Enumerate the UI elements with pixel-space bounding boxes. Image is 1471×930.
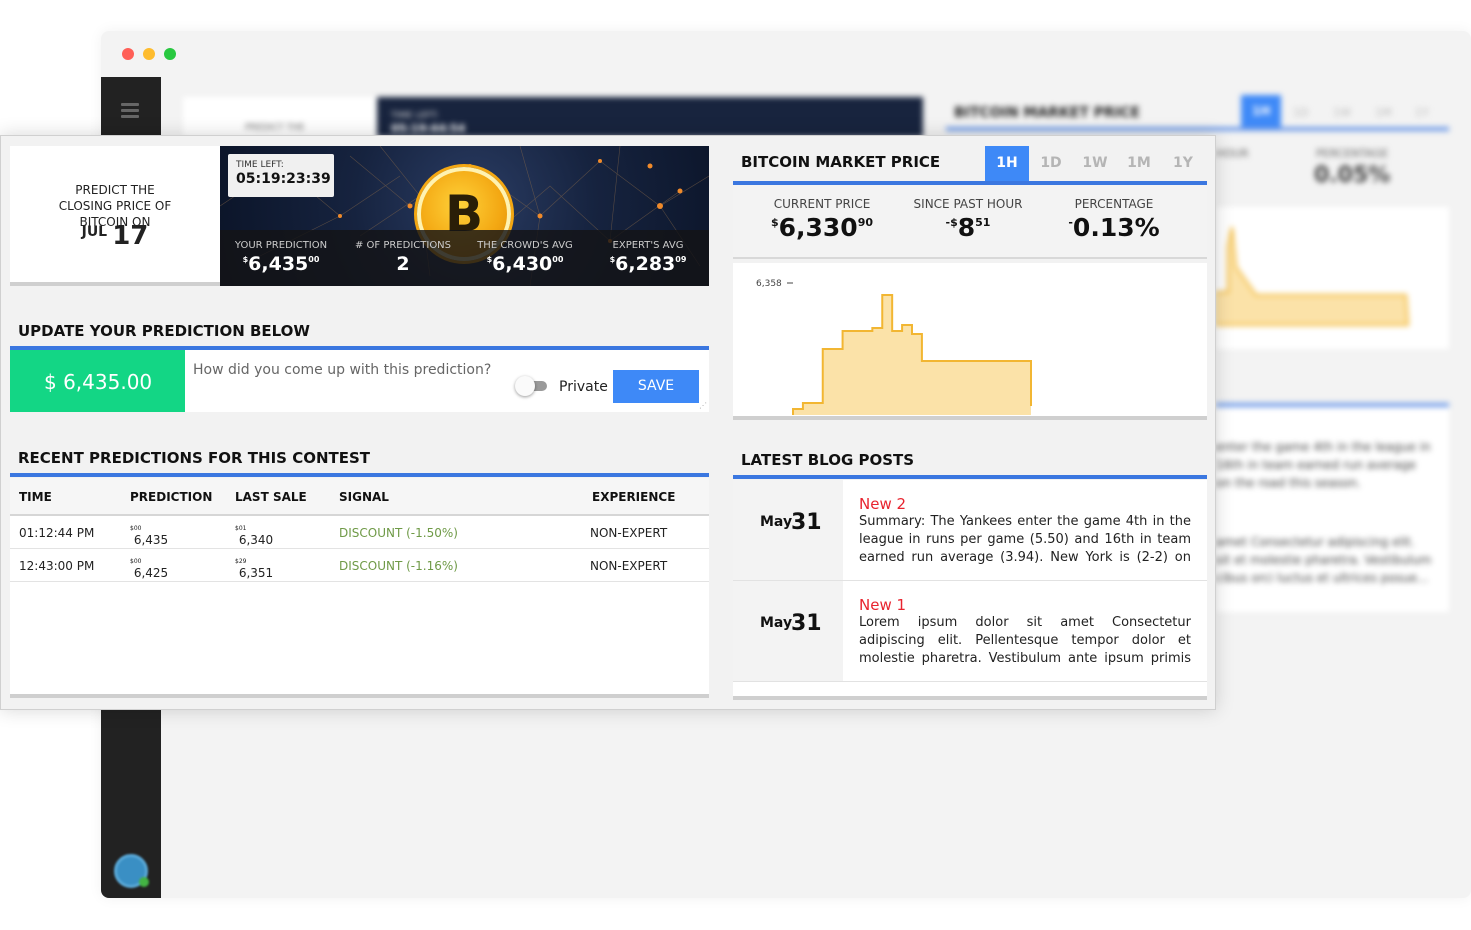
post-date: May 31 <box>733 581 843 681</box>
blog-divider <box>733 475 1207 479</box>
bg-chart <box>1215 207 1449 349</box>
stat-crowd-avg: THE CROWD'S AVG $6,43000 <box>477 240 573 275</box>
avatar[interactable] <box>114 854 149 888</box>
blog-title: LATEST BLOG POSTS <box>741 451 915 469</box>
tab-1d[interactable]: 1D <box>1029 146 1073 181</box>
post-title[interactable]: New 2 <box>859 495 906 513</box>
blog-post[interactable]: May 31 New 1 Lorem ipsum dolor sit amet … <box>733 581 1207 682</box>
price-area <box>793 295 1031 415</box>
time-left-value: 05:19:23:39 <box>236 171 331 187</box>
col-time[interactable]: TIME <box>19 490 52 504</box>
tab-1m[interactable]: 1M <box>1117 146 1161 181</box>
stat-expert-avg: EXPERT'S AVG $6,28309 <box>609 240 687 275</box>
col-experience[interactable]: EXPERIENCE <box>592 490 675 504</box>
col-signal[interactable]: SIGNAL <box>339 490 389 504</box>
reason-input[interactable]: How did you come up with this prediction… <box>193 362 491 378</box>
stat-your-prediction: YOUR PREDICTION $6,43500 <box>234 240 328 275</box>
bg-tab-1m: 1M <box>1375 106 1392 119</box>
stat-number-of-predictions: # OF PREDICTIONS 2 <box>354 240 452 275</box>
col-prediction[interactable]: PREDICTION <box>130 490 212 504</box>
menu-icon[interactable] <box>121 103 139 118</box>
price-chart: 6,358 <box>733 263 1207 420</box>
bg-tab-1w: 1W <box>1333 106 1351 119</box>
bg-hour-label: HOUR <box>1216 147 1249 160</box>
save-button[interactable]: SAVE <box>613 370 699 403</box>
post-title[interactable]: New 1 <box>859 596 906 614</box>
bg-percentage-value: 0.05% <box>1314 163 1391 188</box>
recent-title: RECENT PREDICTIONS FOR THIS CONTEST <box>18 449 371 467</box>
update-title: UPDATE YOUR PREDICTION BELOW <box>18 322 310 340</box>
current-price: CURRENT PRICE $6,33090 <box>770 197 874 242</box>
private-toggle[interactable] <box>515 376 549 396</box>
bitcoin-banner: TIME LEFT: 05:19:23:39 B YOUR PREDICTION… <box>220 146 709 286</box>
bg-time-left-value: 05:19:44:54 <box>391 122 466 135</box>
prediction-amount-input[interactable]: $ 6,435.00 <box>10 350 185 412</box>
bg-market-title: BITCOIN MARKET PRICE <box>954 105 1140 121</box>
blog-post[interactable]: May 31 New 2 Summary: The Yankees enter … <box>733 480 1207 581</box>
percentage-change: PERCENTAGE -0.13% <box>1068 197 1160 242</box>
bg-tab-active: 1H <box>1241 95 1281 129</box>
col-last-sale[interactable]: LAST SALE <box>235 490 307 504</box>
post-body: Summary: The Yankees enter the game 4th … <box>859 514 1191 565</box>
prediction-window: PREDICT THE CLOSING PRICE OF BITCOIN ON … <box>0 135 1216 710</box>
post-date: May 31 <box>733 480 843 580</box>
table-row[interactable]: 01:12:44 PM $6,435 00 $6,340 01 DISCOUNT (… <box>10 516 709 549</box>
maximize-window-button[interactable] <box>164 48 176 60</box>
table-header: TIME PREDICTION LAST SALE SIGNAL EXPERIE… <box>10 478 709 516</box>
bg-predict-card: PREDICT THE <box>183 97 379 137</box>
close-window-button[interactable] <box>122 48 134 60</box>
time-left-label: TIME LEFT: <box>236 160 284 170</box>
contest-date: JUL 17 <box>10 221 220 251</box>
since-past-hour: SINCE PAST HOUR -$851 <box>913 197 1023 242</box>
tab-1h[interactable]: 1H <box>985 146 1029 181</box>
window-titlebar <box>101 31 1471 77</box>
predict-card: PREDICT THE CLOSING PRICE OF BITCOIN ON … <box>10 146 220 286</box>
recent-divider <box>10 473 709 477</box>
price-chart-svg: 6,358 <box>756 279 1032 415</box>
bg-tab-1y: 1Y <box>1415 106 1429 119</box>
market-title: BITCOIN MARKET PRICE <box>741 153 941 171</box>
bg-time-left-label: TIME LEFT: <box>391 111 439 121</box>
prediction-stats: YOUR PREDICTION $6,43500 # OF PREDICTION… <box>220 230 709 286</box>
recent-predictions-table: TIME PREDICTION LAST SALE SIGNAL EXPERIE… <box>10 478 709 698</box>
tab-1y[interactable]: 1Y <box>1161 146 1205 181</box>
blog-posts-list: May 31 New 2 Summary: The Yankees enter … <box>733 480 1207 700</box>
contest-day: 17 <box>112 221 149 251</box>
bg-tab-1d: 1D <box>1293 106 1309 119</box>
bg-predict-label: PREDICT THE <box>245 123 305 133</box>
update-prediction-form: $ 6,435.00 How did you come up with this… <box>10 350 709 412</box>
table-row[interactable]: 12:43:00 PM $6,425 00 $6,351 29 DISCOUNT (… <box>10 549 709 582</box>
bg-percentage-label: PERCENTAGE <box>1316 147 1389 160</box>
private-label: Private <box>559 379 608 395</box>
resize-handle-icon[interactable]: ⋰ <box>699 402 707 410</box>
y-tick-label: 6,358 <box>756 279 782 289</box>
tab-1w[interactable]: 1W <box>1073 146 1117 181</box>
post-body: Lorem ipsum dolor sit amet Consectetur a… <box>859 615 1191 666</box>
market-stats: CURRENT PRICE $6,33090 SINCE PAST HOUR -… <box>733 185 1207 259</box>
contest-month: JUL <box>81 224 108 240</box>
minimize-window-button[interactable] <box>143 48 155 60</box>
bg-banner: TIME LEFT: 05:19:44:54 <box>377 97 923 137</box>
bg-blog: enter the game 4th in the league in 16th… <box>1216 407 1449 612</box>
bg-chart-area <box>1215 226 1410 326</box>
market-price-card: BITCOIN MARKET PRICE 1H 1D 1W 1M 1Y CURR… <box>733 146 1207 420</box>
time-left-box: TIME LEFT: 05:19:23:39 <box>228 154 334 197</box>
